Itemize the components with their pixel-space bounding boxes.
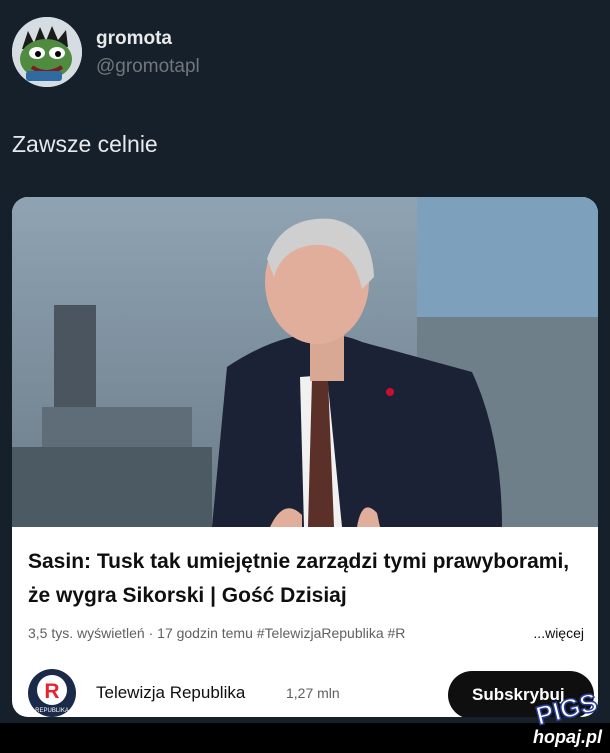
author-name[interactable]: gromota	[96, 28, 172, 50]
author-avatar[interactable]	[12, 17, 82, 87]
svg-text:REPUBLIKA: REPUBLIKA	[35, 708, 69, 714]
tweet-text: Zawsze celnie	[12, 131, 158, 157]
video-thumbnail[interactable]	[12, 197, 598, 527]
watermark-bar	[0, 723, 610, 753]
video-title[interactable]: Sasin: Tusk tak umiejętnie zarządzi tymi…	[28, 545, 588, 613]
video-meta-text: 3,5 tys. wyświetleń · 17 godzin temu #Te…	[28, 625, 406, 641]
svg-text:R: R	[44, 680, 59, 703]
author-handle[interactable]: @gromotapl	[96, 56, 200, 78]
channel-row: R REPUBLIKA Telewizja Republika 1,27 mln…	[28, 669, 594, 717]
channel-name[interactable]: Telewizja Republika	[96, 683, 245, 703]
pigs-logo-icon: PIGS	[532, 686, 601, 728]
republika-logo-icon[interactable]: R REPUBLIKA	[28, 669, 76, 717]
site-watermark: hopaj.pl	[533, 727, 602, 747]
more-link[interactable]: ...więcej	[527, 625, 584, 641]
avatar-frog-icon	[12, 17, 82, 87]
youtube-video-card[interactable]: Sasin: Tusk tak umiejętnie zarządzi tymi…	[12, 197, 598, 717]
channel-subscriber-count: 1,27 mln	[286, 685, 340, 701]
svg-text:PIGS: PIGS	[533, 687, 601, 728]
video-meta: 3,5 tys. wyświetleń · 17 godzin temu #Te…	[28, 625, 584, 641]
